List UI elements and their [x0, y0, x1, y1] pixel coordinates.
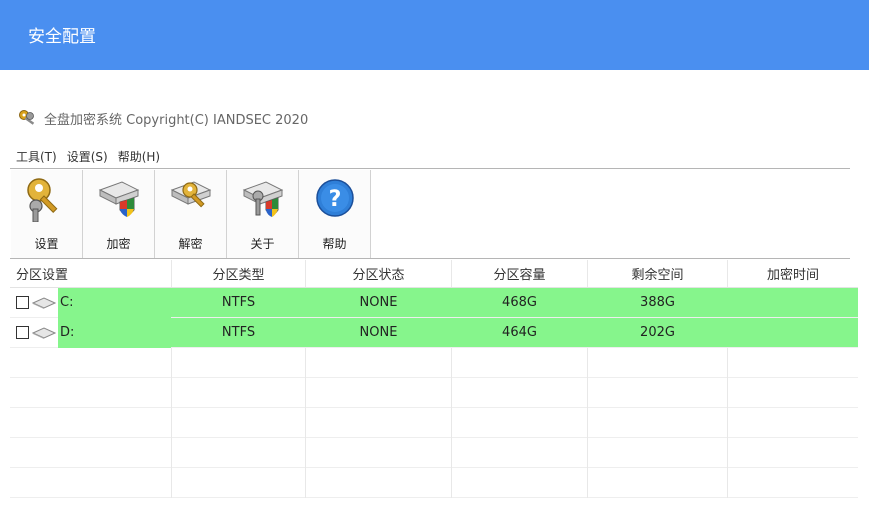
empty-cell	[728, 348, 858, 378]
app-copyright-text: 全盘加密系统 Copyright(C) IANDSEC 2020	[44, 112, 309, 128]
type-cell: NTFS	[172, 318, 306, 347]
empty-cell	[172, 378, 306, 408]
empty-row	[10, 408, 858, 438]
menu-bar: 工具(T) 设置(S) 帮助(H)	[16, 148, 170, 168]
empty-cell	[306, 378, 452, 408]
empty-cell	[728, 378, 858, 408]
partition-cell: C:	[10, 287, 172, 318]
empty-cell	[172, 468, 306, 498]
empty-cell	[10, 348, 172, 378]
column-header-free-space[interactable]: 剩余空间	[588, 260, 728, 287]
table-row[interactable]: D: NTFS NONE 464G 202G	[10, 317, 858, 348]
partition-cell: D:	[10, 317, 172, 348]
empty-cell	[306, 348, 452, 378]
empty-cell	[452, 468, 588, 498]
empty-cell	[452, 378, 588, 408]
decrypt-drive-icon	[170, 181, 211, 208]
empty-cell	[588, 408, 728, 438]
empty-cell	[172, 438, 306, 468]
drive-letter: D:	[58, 317, 171, 348]
empty-cell	[728, 438, 858, 468]
empty-cell	[452, 438, 588, 468]
empty-cell	[588, 468, 728, 498]
column-header-type[interactable]: 分区类型	[172, 260, 306, 287]
empty-cell	[172, 408, 306, 438]
empty-cell	[728, 408, 858, 438]
empty-row	[10, 468, 858, 498]
row-checkbox[interactable]	[16, 296, 29, 309]
empty-cell	[10, 438, 172, 468]
decrypt-button[interactable]: 解密	[155, 170, 227, 258]
encrypt-button[interactable]: 加密	[83, 170, 155, 258]
column-header-status[interactable]: 分区状态	[306, 260, 452, 287]
empty-cell	[452, 408, 588, 438]
about-button-label: 关于	[250, 237, 275, 251]
settings-button-label: 设置	[34, 237, 59, 251]
partition-table: 分区设置 分区类型 分区状态 分区容量 剩余空间 加密时间 C: NTFS NO…	[10, 260, 858, 498]
status-cell: NONE	[306, 288, 452, 317]
about-button[interactable]: 关于	[227, 170, 299, 258]
about-drive-icon	[242, 181, 283, 217]
app-info-line: 全盘加密系统 Copyright(C) IANDSEC 2020	[18, 108, 308, 128]
help-button[interactable]: ? 帮助	[299, 170, 371, 258]
column-header-partition[interactable]: 分区设置	[10, 260, 172, 287]
empty-cell	[452, 348, 588, 378]
keys-icon	[19, 110, 35, 125]
empty-row	[10, 378, 858, 408]
decrypt-button-label: 解密	[178, 237, 203, 251]
table-header: 分区设置 分区类型 分区状态 分区容量 剩余空间 加密时间	[10, 260, 858, 288]
toolbar-divider	[10, 258, 850, 259]
empty-cell	[306, 408, 452, 438]
help-icon: ?	[315, 179, 354, 217]
empty-cell	[588, 348, 728, 378]
menu-tools[interactable]: 工具(T)	[16, 148, 57, 168]
drive-letter: C:	[58, 287, 171, 318]
empty-cell	[10, 378, 172, 408]
row-checkbox[interactable]	[16, 326, 29, 339]
encrypt-time-cell	[728, 318, 858, 347]
toolbar: 设置 加密 解密 关于 ? 帮助	[11, 170, 371, 258]
status-cell: NONE	[306, 318, 452, 347]
menu-divider	[10, 168, 850, 169]
encrypt-time-cell	[728, 288, 858, 317]
menu-settings[interactable]: 设置(S)	[67, 148, 108, 168]
empty-cell	[728, 468, 858, 498]
column-header-capacity[interactable]: 分区容量	[452, 260, 588, 287]
empty-row	[10, 348, 858, 378]
capacity-cell: 468G	[452, 288, 588, 317]
settings-button[interactable]: 设置	[11, 170, 83, 258]
key-settings-icon	[26, 178, 57, 222]
svg-text:?: ?	[328, 187, 341, 212]
empty-cell	[588, 438, 728, 468]
empty-cell	[306, 438, 452, 468]
empty-cell	[588, 378, 728, 408]
free-space-cell: 202G	[588, 318, 728, 347]
column-header-encrypt-time[interactable]: 加密时间	[728, 260, 858, 287]
table-row[interactable]: C: NTFS NONE 468G 388G	[10, 287, 858, 318]
disk-icon	[32, 326, 56, 339]
empty-cell	[306, 468, 452, 498]
encrypt-drive-icon	[98, 181, 139, 217]
empty-cell	[10, 408, 172, 438]
free-space-cell: 388G	[588, 288, 728, 317]
disk-icon	[32, 296, 56, 309]
empty-row	[10, 438, 858, 468]
capacity-cell: 464G	[452, 318, 588, 347]
title-bar: 安全配置	[0, 0, 869, 70]
empty-cell	[10, 468, 172, 498]
window-title: 安全配置	[28, 27, 96, 47]
help-button-label: 帮助	[322, 237, 347, 251]
empty-cell	[172, 348, 306, 378]
menu-help[interactable]: 帮助(H)	[118, 148, 160, 168]
encrypt-button-label: 加密	[106, 237, 131, 251]
type-cell: NTFS	[172, 288, 306, 317]
